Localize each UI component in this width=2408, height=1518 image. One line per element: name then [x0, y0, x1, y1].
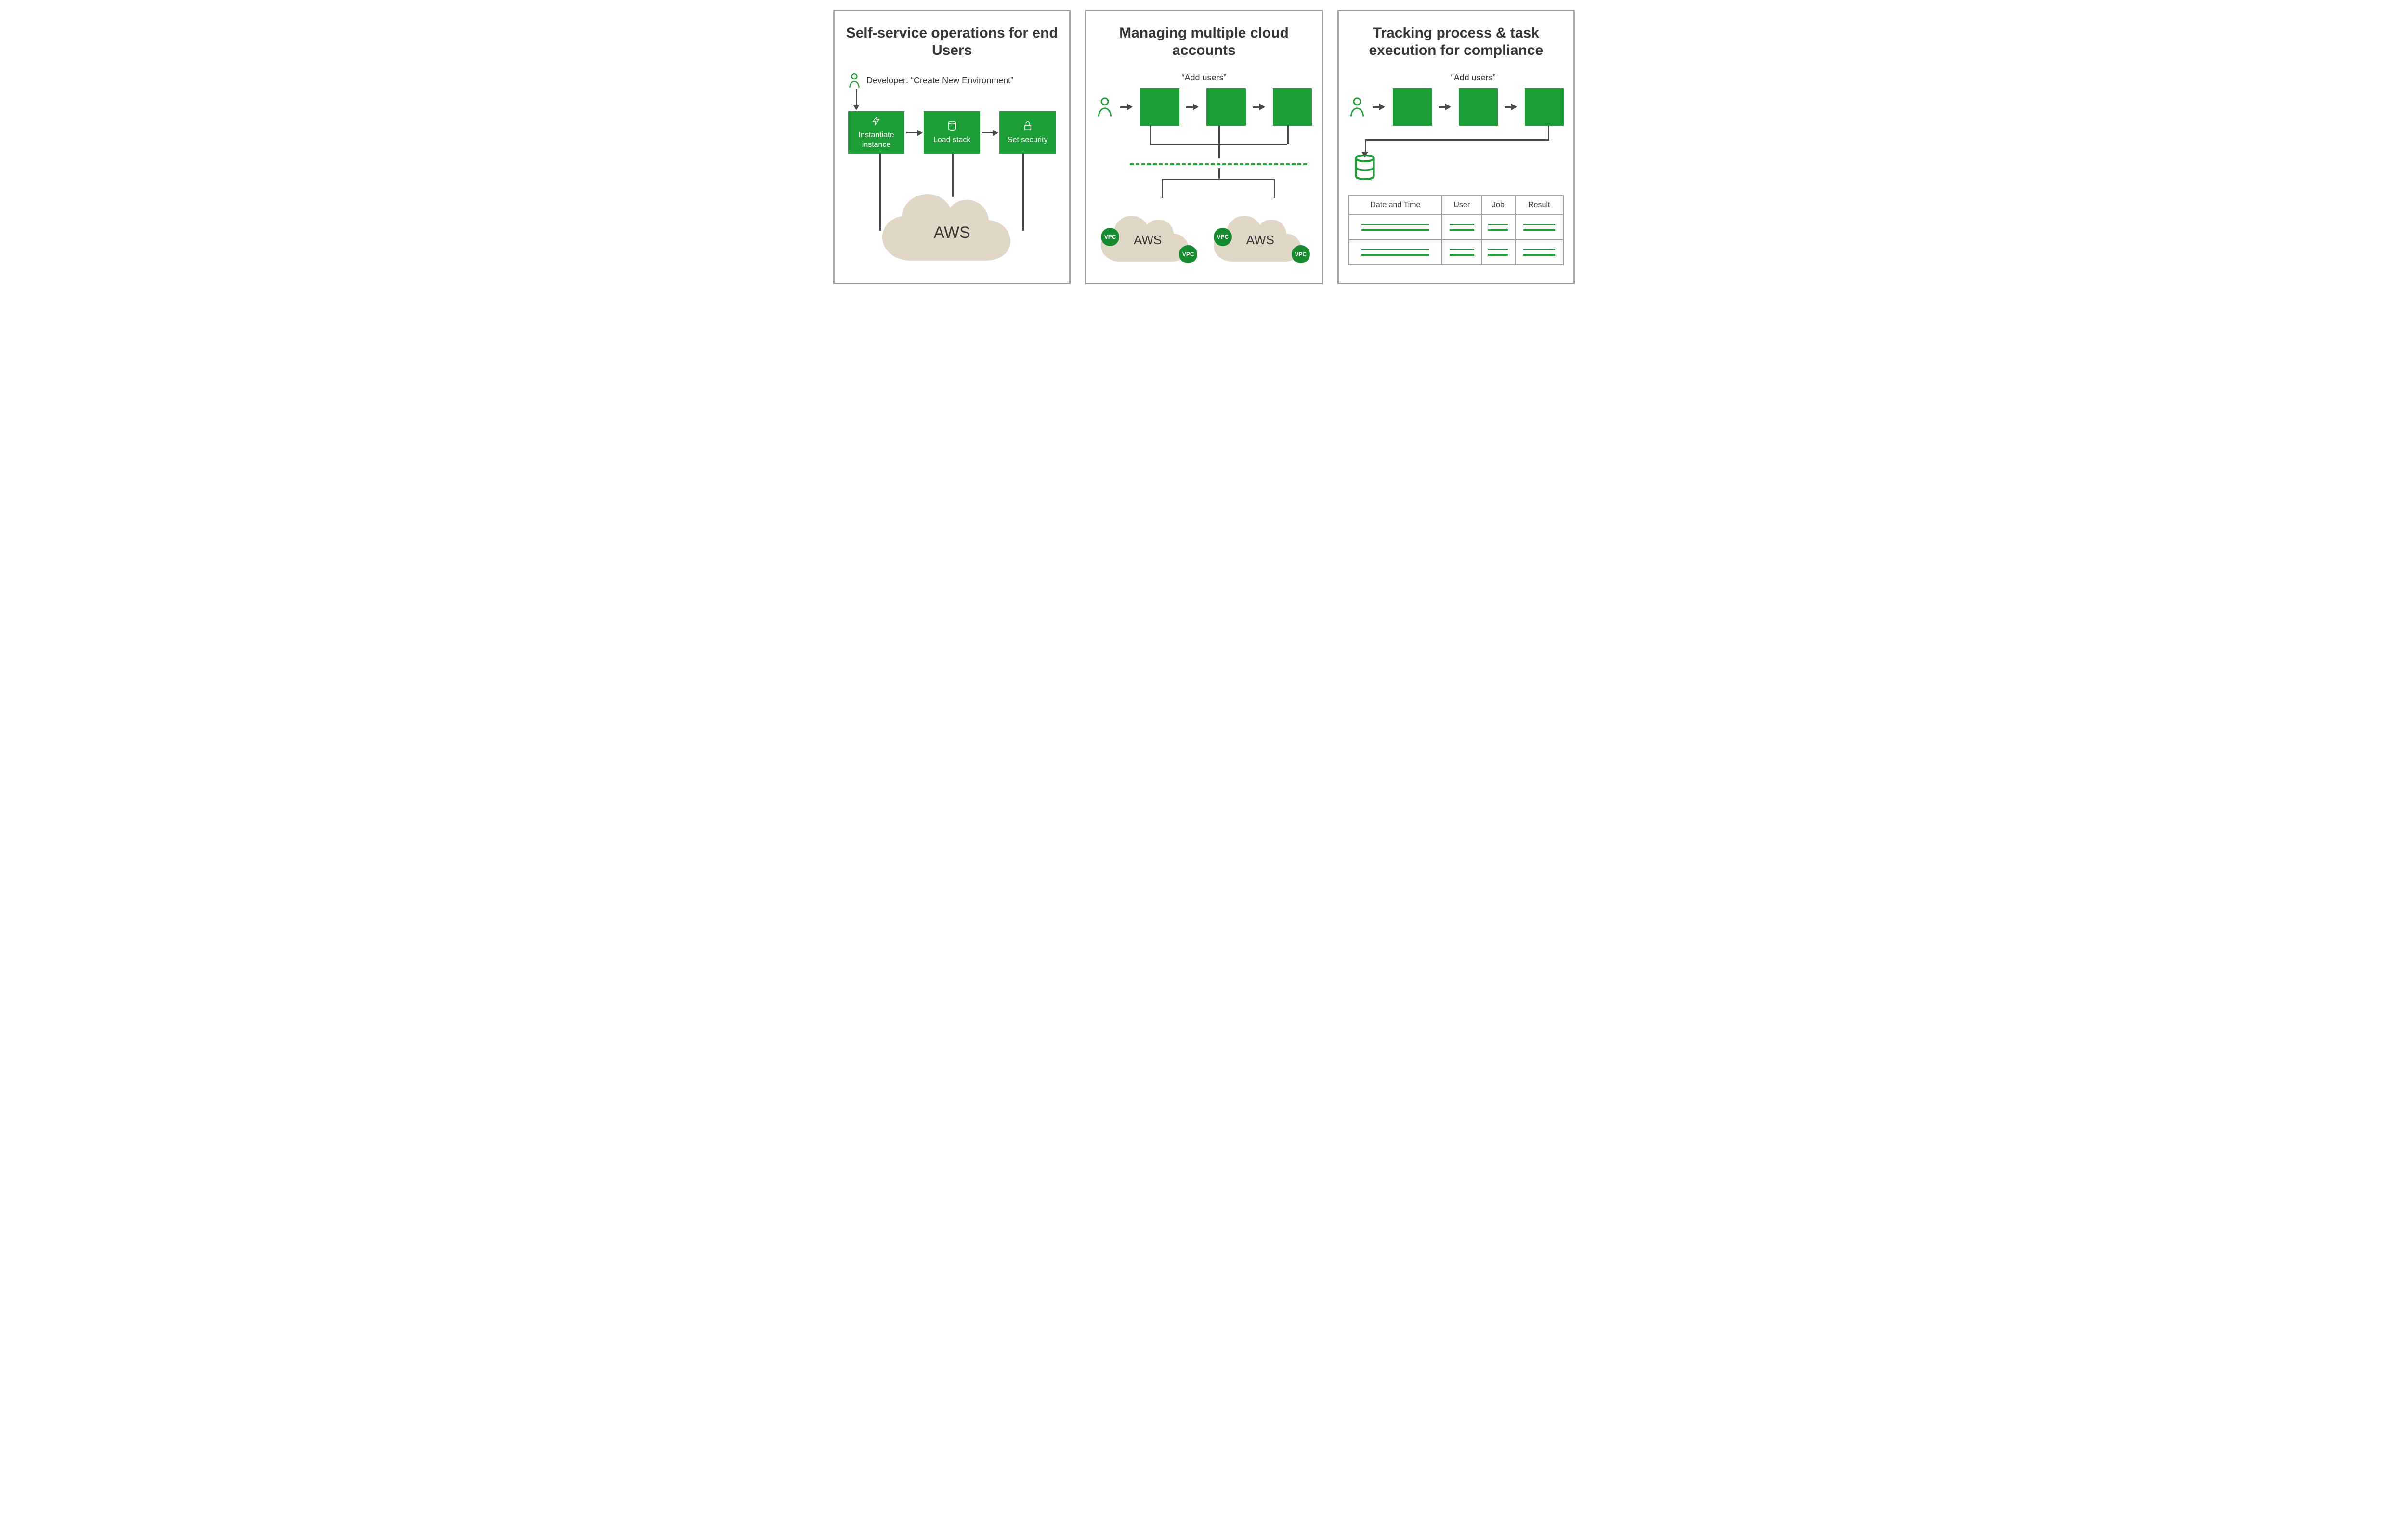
task-box [1140, 88, 1179, 126]
diagram-compliance: “Add users” Da [1348, 73, 1564, 265]
flow-row [1348, 88, 1564, 126]
audit-table: Date and Time User Job Result [1348, 195, 1564, 265]
panel-title: Tracking process & task execution for co… [1348, 25, 1564, 59]
task-box [1459, 88, 1498, 126]
step-label: Load stack [933, 135, 970, 144]
table-row [1349, 215, 1563, 240]
step-label: Set security [1008, 135, 1048, 144]
step-instantiate: Instantiate instance [848, 111, 904, 154]
col-result: Result [1515, 196, 1563, 215]
cloud-pair: AWS VPC VPC AWS VPC VPC [1096, 208, 1311, 265]
connector-to-db [1348, 126, 1564, 164]
panel-self-service: Self-service operations for end Users De… [833, 10, 1071, 284]
task-box [1525, 88, 1564, 126]
task-box [1393, 88, 1432, 126]
caption-add-users: “Add users” [1181, 73, 1226, 83]
task-box [1273, 88, 1312, 126]
actor-label: Developer: “Create New Environment” [866, 76, 1013, 86]
table-row [1349, 240, 1563, 265]
panel-title: Self-service operations for end Users [844, 25, 1060, 59]
vpc-badge: VPC [1214, 228, 1232, 246]
connector-tree [1130, 126, 1307, 203]
cloud-label: AWS [877, 188, 1027, 265]
arrow-right-icon [1253, 104, 1266, 110]
vpc-badge: VPC [1292, 245, 1310, 263]
arrow-right-icon [1120, 104, 1134, 110]
database-icon [947, 120, 957, 133]
col-datetime: Date and Time [1349, 196, 1442, 215]
lightning-icon [871, 116, 882, 129]
arrow-right-icon [1373, 104, 1386, 110]
step-label: Instantiate instance [851, 131, 902, 149]
diagram-self-service: Developer: “Create New Environment” Inst… [844, 73, 1060, 265]
vpc-badge: VPC [1101, 228, 1119, 246]
step-boxes: Instantiate instance Load stack Set secu… [848, 111, 1056, 154]
arrow-right-icon [1186, 104, 1200, 110]
panels-row: Self-service operations for end Users De… [833, 10, 1575, 284]
user-icon [1348, 97, 1366, 117]
panel-title: Managing multiple cloud accounts [1096, 25, 1311, 59]
col-job: Job [1481, 196, 1515, 215]
actor-row: Developer: “Create New Environment” [848, 73, 1060, 88]
user-icon [1096, 97, 1113, 117]
cloud-aws: AWS VPC VPC [1210, 208, 1311, 265]
arrow-right-icon [1505, 104, 1518, 110]
panel-compliance: Tracking process & task execution for co… [1337, 10, 1575, 284]
vpc-badge: VPC [1179, 245, 1197, 263]
database-icon [1353, 155, 1376, 180]
task-box [1206, 88, 1245, 126]
cloud-aws: AWS [877, 188, 1027, 265]
lock-icon [1022, 120, 1033, 133]
flow-row [1096, 88, 1311, 126]
step-set-security: Set security [999, 111, 1056, 154]
panel-multi-cloud: Managing multiple cloud accounts “Add us… [1085, 10, 1322, 284]
user-icon [848, 73, 861, 88]
arrow-right-icon [1439, 104, 1452, 110]
diagram-multi-cloud: “Add users” [1096, 73, 1311, 265]
step-load-stack: Load stack [924, 111, 980, 154]
cloud-aws: AWS VPC VPC [1097, 208, 1198, 265]
caption-add-users: “Add users” [1451, 73, 1496, 83]
divider-icon [1130, 163, 1307, 165]
col-user: User [1442, 196, 1481, 215]
arrow-down-icon [853, 89, 860, 111]
